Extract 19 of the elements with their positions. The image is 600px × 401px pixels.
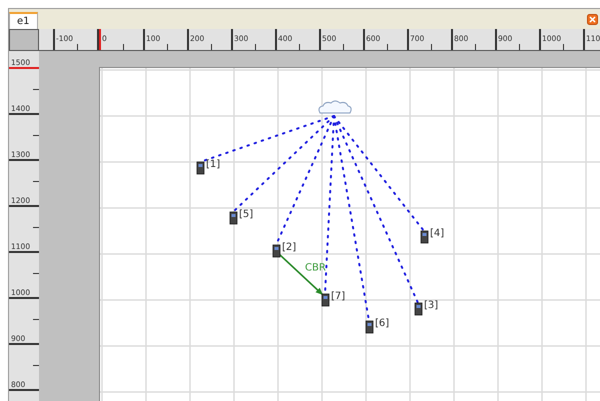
node-label: [6] xyxy=(375,318,390,329)
node-label: [3] xyxy=(424,300,438,311)
node-label: [4] xyxy=(430,228,444,239)
flow-arrow[interactable] xyxy=(278,253,324,296)
device-icon[interactable] xyxy=(420,230,428,244)
close-icon[interactable] xyxy=(587,14,598,24)
flow-label: CBR xyxy=(305,262,326,274)
device-icon[interactable] xyxy=(322,294,330,306)
device-icon[interactable] xyxy=(196,162,204,174)
device-icon[interactable] xyxy=(414,302,422,316)
node-label: [1] xyxy=(206,159,220,170)
tab[interactable]: e1 xyxy=(9,12,38,29)
cloud-icon[interactable] xyxy=(318,100,352,114)
device-icon[interactable] xyxy=(272,244,280,258)
device-icon[interactable] xyxy=(366,320,374,334)
device-icon[interactable] xyxy=(230,212,238,224)
node-label: [2] xyxy=(282,242,296,253)
node-label: [7] xyxy=(331,291,346,302)
node-label: [5] xyxy=(239,209,254,220)
